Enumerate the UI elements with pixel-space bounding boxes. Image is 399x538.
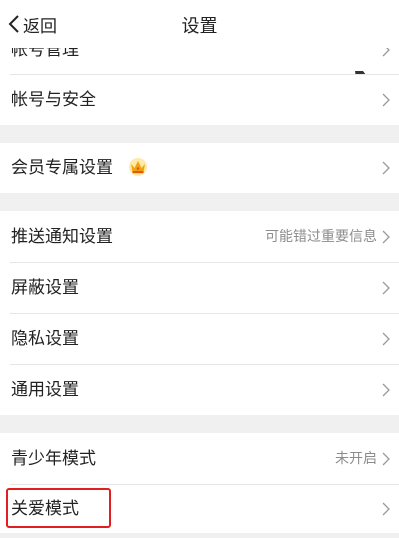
account-security-label: 帐号与安全 xyxy=(11,90,96,110)
settings-screen: 帐号管理 返回 设置 帐号与安全 会员专属设置 推送通知设置 可能错过重要信息 … xyxy=(0,0,399,538)
section-gap xyxy=(0,125,399,143)
navigation-bar: 返回 设置 xyxy=(0,0,399,48)
chevron-right-icon xyxy=(382,332,390,346)
chevron-right-icon xyxy=(382,230,390,244)
general-settings-label: 通用设置 xyxy=(11,380,79,400)
chevron-right-icon xyxy=(382,502,390,516)
vip-settings-label: 会员专属设置 xyxy=(11,158,113,178)
section-gap xyxy=(0,533,399,538)
block-settings-label: 屏蔽设置 xyxy=(11,278,79,298)
settings-row-vip[interactable]: 会员专属设置 xyxy=(0,143,399,193)
settings-row-privacy[interactable]: 隐私设置 xyxy=(0,314,399,365)
push-settings-label: 推送通知设置 xyxy=(11,227,113,247)
page-title: 设置 xyxy=(181,16,218,37)
settings-row-block[interactable]: 屏蔽设置 xyxy=(0,263,399,314)
care-mode-highlight-box xyxy=(6,488,111,528)
privacy-settings-label: 隐私设置 xyxy=(11,329,79,349)
settings-row-account-security[interactable]: 帐号与安全 xyxy=(0,75,399,125)
settings-row-general[interactable]: 通用设置 xyxy=(0,365,399,415)
chevron-right-icon xyxy=(382,383,390,397)
settings-row-push[interactable]: 推送通知设置 可能错过重要信息 xyxy=(0,211,399,263)
chevron-right-icon xyxy=(382,281,390,295)
chevron-right-icon xyxy=(382,161,390,175)
teen-mode-value: 未开启 xyxy=(335,451,377,467)
push-settings-value: 可能错过重要信息 xyxy=(265,229,377,245)
section-gap xyxy=(0,415,399,433)
chevron-right-icon xyxy=(382,452,390,466)
settings-row-teen-mode[interactable]: 青少年模式 未开启 xyxy=(0,433,399,485)
section-gap xyxy=(0,193,399,211)
teen-mode-label: 青少年模式 xyxy=(11,449,96,469)
chevron-right-icon xyxy=(382,93,390,107)
crown-icon xyxy=(129,158,147,176)
